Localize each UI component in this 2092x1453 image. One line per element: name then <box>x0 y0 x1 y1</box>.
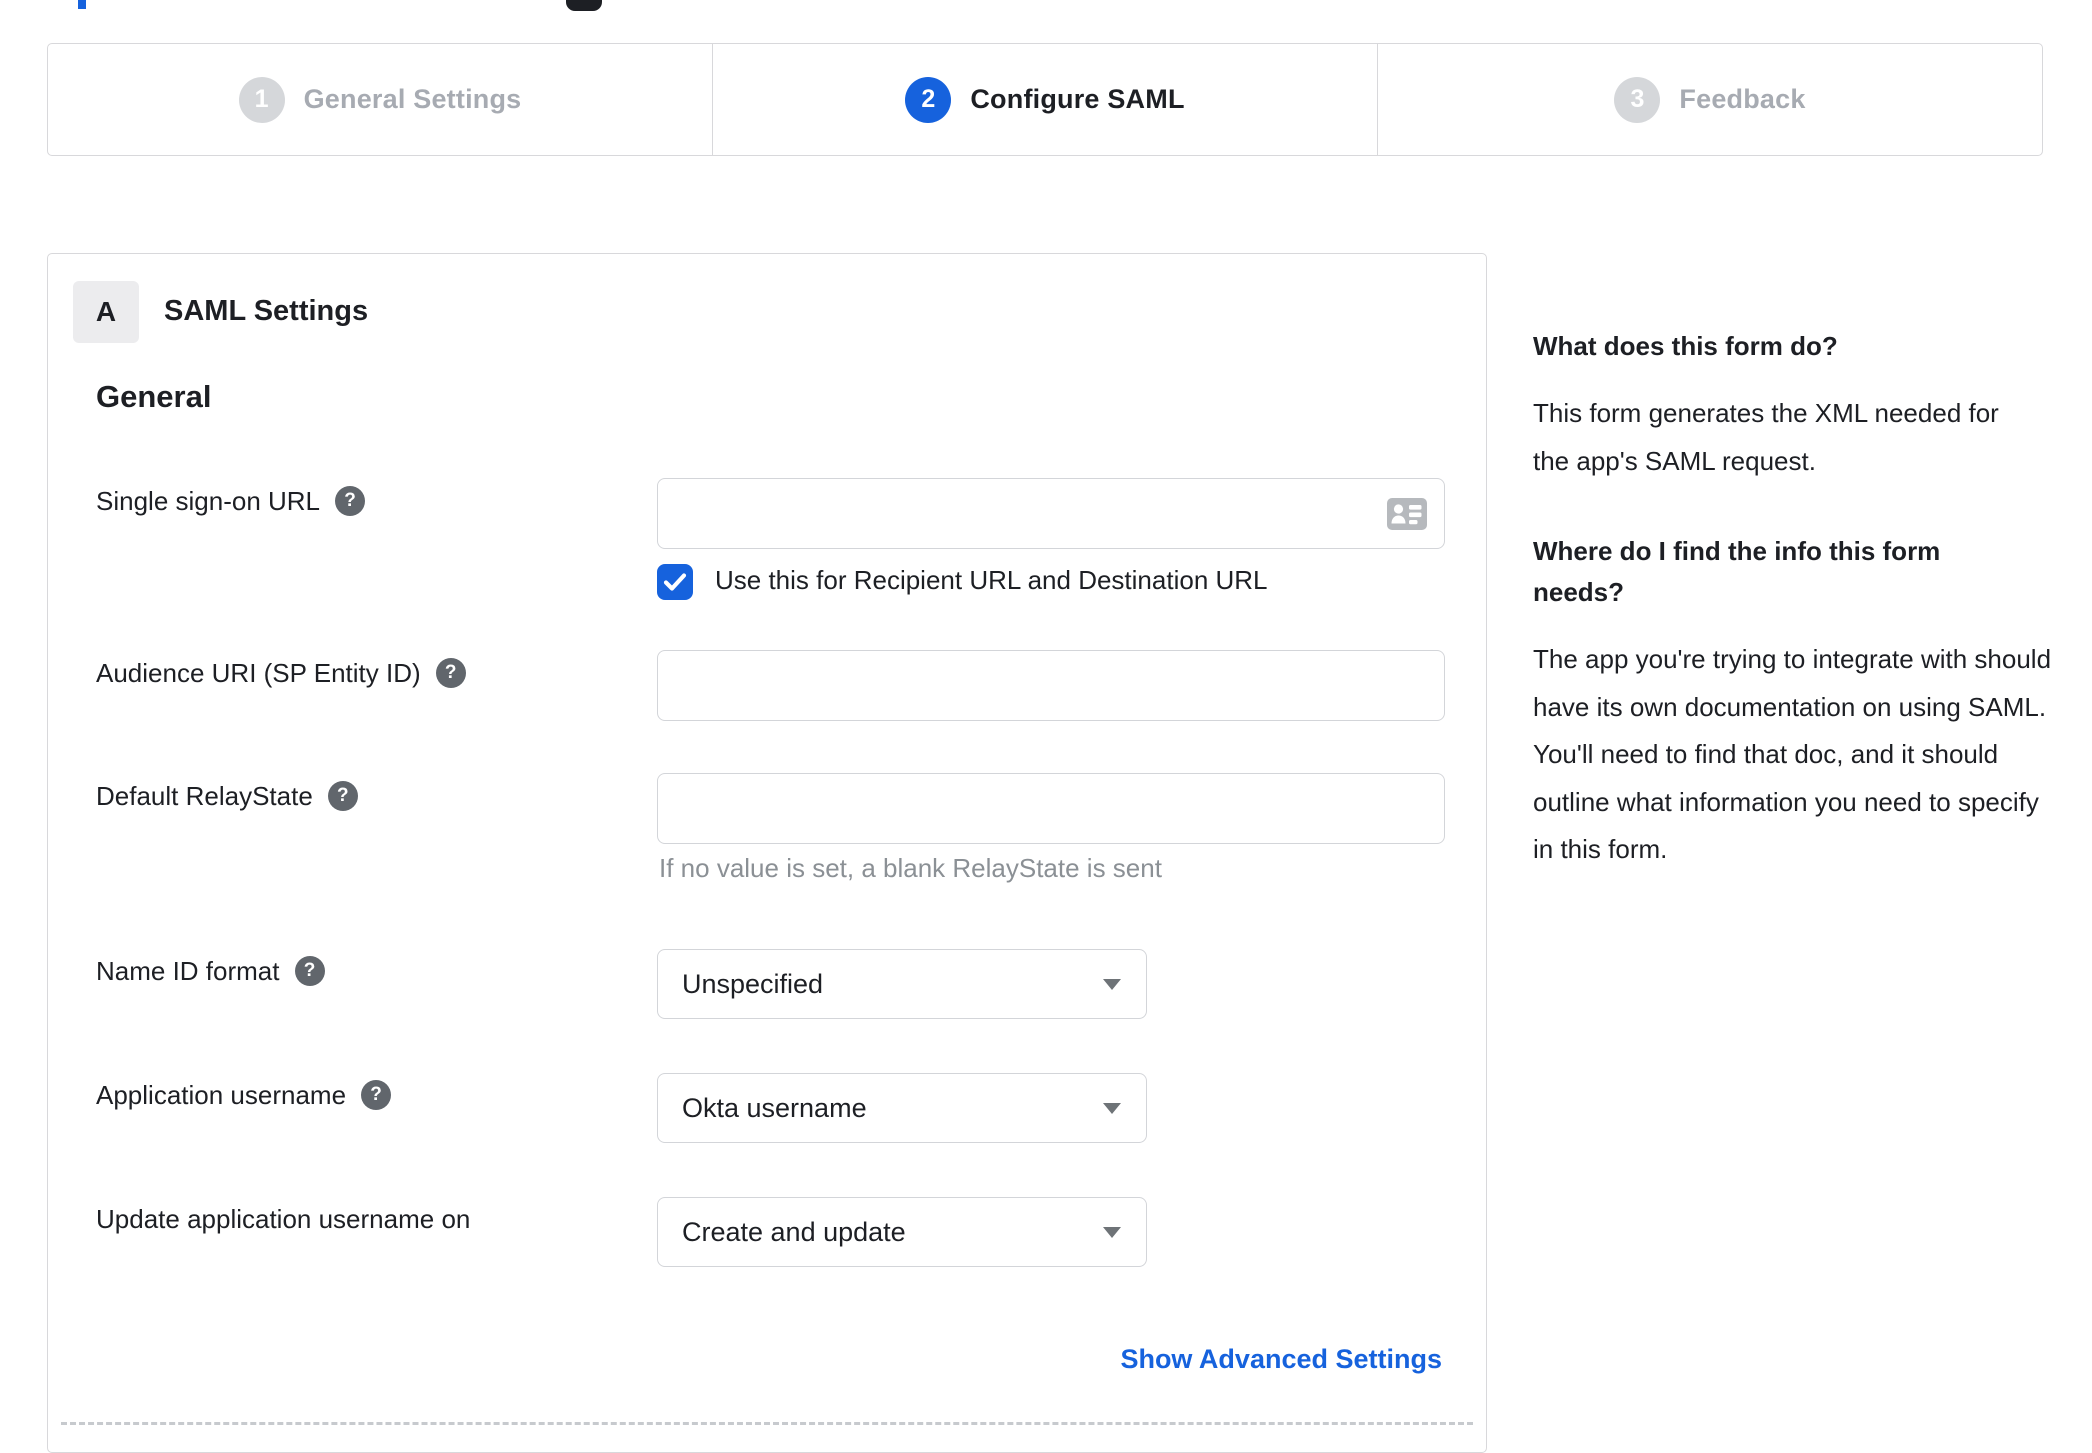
saml-settings-panel: A SAML Settings General Single sign-on U… <box>47 253 1487 1453</box>
default-relaystate-helper-text: If no value is set, a blank RelayState i… <box>659 853 1162 883</box>
section-a-badge: A <box>73 281 139 343</box>
name-id-format-help-icon[interactable]: ? <box>294 956 325 986</box>
name-id-format-select[interactable]: Unspecified <box>657 949 1147 1019</box>
default-relaystate-label: Default RelayState <box>96 780 313 811</box>
update-application-username-label-row: Update application username on <box>96 1202 470 1236</box>
section-dashed-divider <box>61 1422 1473 1425</box>
audience-uri-input[interactable] <box>657 650 1445 721</box>
step-general-settings[interactable]: 1 General Settings <box>48 44 712 155</box>
chevron-down-icon <box>1103 1103 1121 1114</box>
clipped-title-fragment-dark <box>566 0 602 11</box>
audience-uri-label: Audience URI (SP Entity ID) <box>96 657 421 688</box>
sso-url-input-wrap <box>657 478 1445 549</box>
chevron-down-icon <box>1103 979 1121 990</box>
sso-url-label-row: Single sign-on URL ? <box>96 484 366 518</box>
wizard-stepper: 1 General Settings 2 Configure SAML 3 Fe… <box>47 43 2043 156</box>
help-heading-what: What does this form do? <box>1533 331 1838 361</box>
step-configure-saml[interactable]: 2 Configure SAML <box>712 44 1377 155</box>
update-application-username-label: Update application username on <box>96 1203 471 1234</box>
application-username-help-icon[interactable]: ? <box>361 1080 392 1110</box>
application-username-label: Application username <box>96 1079 347 1110</box>
default-relaystate-help-icon[interactable]: ? <box>327 781 358 811</box>
clipped-title-fragment-blue <box>78 0 86 9</box>
help-heading-where: Where do I find the info this form needs… <box>1533 536 1941 607</box>
help-panel: What does this form do? This form genera… <box>1533 326 2053 920</box>
name-id-format-label: Name ID format <box>96 955 280 986</box>
step-3-label: Feedback <box>1679 84 1806 114</box>
audience-uri-help-icon[interactable]: ? <box>435 658 466 688</box>
update-application-username-select[interactable]: Create and update <box>657 1197 1147 1267</box>
step-1-number-badge: 1 <box>238 76 285 123</box>
default-relaystate-input[interactable] <box>657 773 1445 844</box>
name-id-format-label-row: Name ID format ? <box>96 954 325 988</box>
chevron-down-icon <box>1103 1227 1121 1238</box>
show-advanced-settings-link[interactable]: Show Advanced Settings <box>1120 1344 1442 1375</box>
step-2-label: Configure SAML <box>970 84 1185 114</box>
help-body-where: The app you're trying to integrate with … <box>1533 644 2052 865</box>
application-username-selected-value: Okta username <box>682 1092 867 1123</box>
sso-url-help-icon[interactable]: ? <box>335 486 366 516</box>
step-feedback[interactable]: 3 Feedback <box>1377 44 2042 155</box>
help-body-what: This form generates the XML needed for t… <box>1533 398 1999 476</box>
name-id-format-selected-value: Unspecified <box>682 968 824 999</box>
step-1-label: General Settings <box>303 84 522 114</box>
step-3-number-badge: 3 <box>1614 76 1661 123</box>
checkmark-icon <box>663 573 687 591</box>
default-relaystate-label-row: Default RelayState ? <box>96 779 358 813</box>
application-username-select[interactable]: Okta username <box>657 1073 1147 1143</box>
step-2-number-badge: 2 <box>905 76 952 123</box>
sso-url-label: Single sign-on URL <box>96 485 321 516</box>
panel-title: SAML Settings <box>164 295 369 327</box>
recipient-destination-checkbox[interactable] <box>657 564 693 600</box>
sso-url-input[interactable] <box>657 478 1445 549</box>
recipient-destination-checkbox-label: Use this for Recipient URL and Destinati… <box>715 565 1268 595</box>
application-username-label-row: Application username ? <box>96 1078 392 1112</box>
general-section-heading: General <box>96 379 212 414</box>
audience-uri-label-row: Audience URI (SP Entity ID) ? <box>96 656 466 690</box>
update-application-username-selected-value: Create and update <box>682 1216 906 1247</box>
